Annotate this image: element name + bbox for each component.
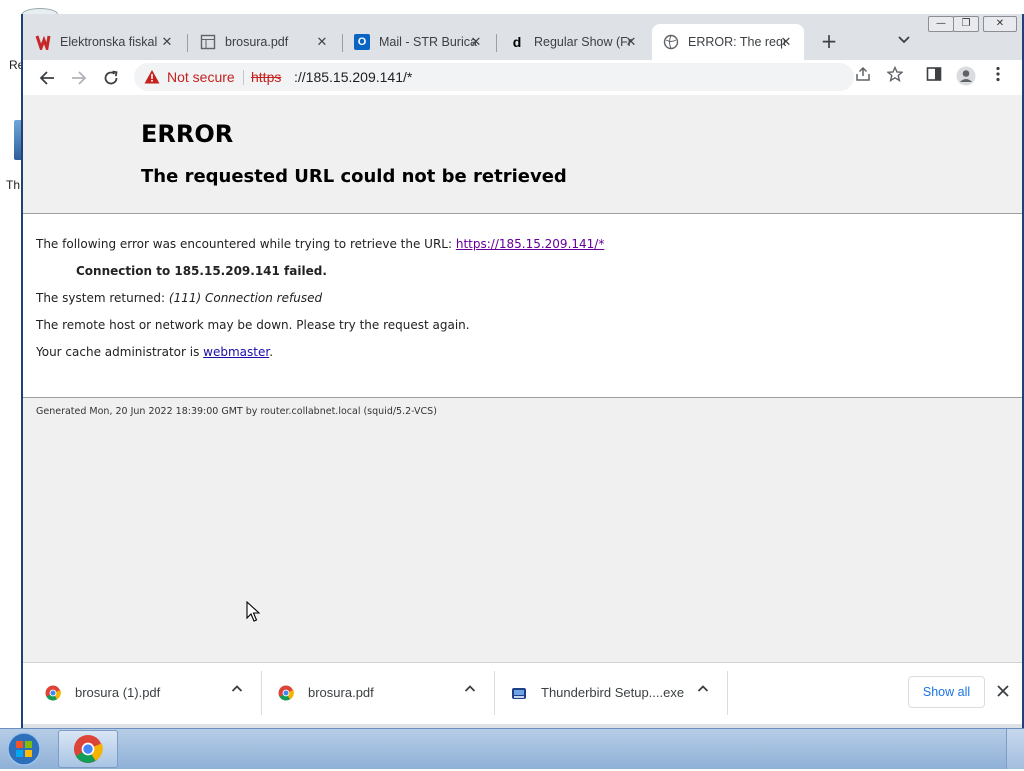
bookmark-star-icon[interactable] <box>884 65 906 88</box>
address-bar[interactable]: Not secure https ://185.15.209.141/* <box>134 63 904 91</box>
forward-icon[interactable] <box>67 66 91 90</box>
page-subtitle: The requested URL could not be retrieved <box>141 166 567 187</box>
download-divider <box>727 671 728 715</box>
dailymotion-icon: d <box>512 34 522 50</box>
close-tab-icon[interactable]: ✕ <box>778 34 794 50</box>
close-window-button[interactable]: ✕ <box>983 16 1017 32</box>
download-filename: brosura (1).pdf <box>75 685 161 700</box>
remote-host-text: The remote host or network may be down. … <box>36 318 470 332</box>
tab-regular-show[interactable]: d Regular Show (Fr ✕ <box>509 24 649 60</box>
tab-strip: — ❐ ✕ Elektronska fiskal ✕ brosura.pdf ✕… <box>23 14 1022 60</box>
share-icon[interactable] <box>852 66 874 88</box>
desktop-label-fragment: Th <box>6 178 21 192</box>
error-url-link[interactable]: https://185.15.209.141/* <box>456 237 604 251</box>
taskbar-chrome-button[interactable] <box>58 730 118 768</box>
tab-mail[interactable]: O Mail - STR Burica ✕ <box>354 24 494 60</box>
close-downloads-icon[interactable] <box>993 681 1013 701</box>
error-body: The following error was encountered whil… <box>23 214 1022 398</box>
tab-elektronska[interactable]: Elektronska fiskal ✕ <box>35 24 185 60</box>
download-item[interactable]: brosura.pdf <box>278 663 488 722</box>
error-url-line: The following error was encountered whil… <box>36 237 604 251</box>
connection-failed-text: Connection to 185.15.209.141 failed. <box>76 264 327 278</box>
pdf-doc-icon <box>200 34 216 50</box>
mouse-cursor-icon <box>246 601 260 622</box>
new-tab-button[interactable]: + <box>818 31 840 53</box>
url-text: ://185.15.209.141/* <box>294 69 413 85</box>
error-header: ERROR The requested URL could not be ret… <box>23 95 1022 214</box>
installer-icon <box>511 685 527 701</box>
cache-admin-line: Your cache administrator is webmaster. <box>36 345 273 359</box>
omnibox-divider <box>243 70 244 85</box>
chevron-up-icon[interactable] <box>231 683 243 698</box>
outlook-icon: O <box>354 34 370 50</box>
tab-title: Elektronska fiskal <box>60 35 158 49</box>
tab-divider <box>496 34 497 52</box>
close-tab-icon[interactable]: ✕ <box>468 34 484 50</box>
page-content: ERROR The requested URL could not be ret… <box>23 95 1022 662</box>
side-panel-icon[interactable] <box>923 66 945 88</box>
not-secure-label[interactable]: Not secure <box>167 69 235 85</box>
tab-error[interactable]: ERROR: The requ ✕ <box>652 24 804 60</box>
tax-logo-icon <box>35 34 51 50</box>
generated-footer: Generated Mon, 20 Jun 2022 18:39:00 GMT … <box>36 406 437 417</box>
download-filename: brosura.pdf <box>308 685 374 700</box>
menu-kebab-icon[interactable] <box>987 66 1009 88</box>
profile-avatar-icon[interactable] <box>955 66 977 88</box>
show-desktop-button[interactable] <box>1006 729 1024 769</box>
download-divider <box>494 671 495 715</box>
tab-title: Regular Show (Fr <box>534 35 632 49</box>
downloads-bar: brosura (1).pdf brosura.pdf Thunderbird … <box>23 662 1022 724</box>
chrome-icon <box>278 685 294 701</box>
system-returned-error: (111) Connection refused <box>168 291 323 305</box>
show-all-button[interactable]: Show all <box>908 676 985 708</box>
error-url-prefix: The following error was encountered whil… <box>36 237 456 251</box>
system-returned-line: The system returned: (111) Connection re… <box>36 291 322 305</box>
webmaster-link[interactable]: webmaster <box>203 345 269 359</box>
download-divider <box>261 671 262 715</box>
maximize-button[interactable]: ❐ <box>953 16 979 32</box>
tab-title: brosura.pdf <box>225 35 289 49</box>
close-tab-icon[interactable]: ✕ <box>623 34 639 50</box>
system-returned-prefix: The system returned: <box>36 291 169 305</box>
url-scheme: https <box>251 69 282 85</box>
tab-search-chevron-icon[interactable] <box>896 32 912 48</box>
download-item[interactable]: Thunderbird Setup....exe <box>511 663 721 722</box>
close-tab-icon[interactable]: ✕ <box>159 34 175 50</box>
minimize-button[interactable]: — <box>928 16 954 32</box>
chrome-icon <box>73 734 103 764</box>
download-item[interactable]: brosura (1).pdf <box>45 663 255 722</box>
toolbar: Not secure https ://185.15.209.141/* <box>23 60 1022 96</box>
close-tab-icon[interactable]: ✕ <box>314 34 330 50</box>
start-button[interactable] <box>4 731 44 767</box>
tab-divider <box>342 34 343 52</box>
download-filename: Thunderbird Setup....exe <box>541 685 685 700</box>
chevron-up-icon[interactable] <box>697 683 709 698</box>
taskbar <box>0 728 1024 769</box>
chrome-icon <box>45 685 61 701</box>
tab-title: Mail - STR Burica <box>379 35 477 49</box>
page-title: ERROR <box>141 120 234 148</box>
cache-admin-prefix: Your cache administrator is <box>36 345 204 359</box>
warning-icon[interactable] <box>144 69 160 85</box>
tab-title: ERROR: The requ <box>688 35 786 49</box>
browser-window: — ❐ ✕ Elektronska fiskal ✕ brosura.pdf ✕… <box>21 14 1024 728</box>
reload-icon[interactable] <box>99 66 123 90</box>
globe-icon <box>663 34 679 50</box>
tab-brosura[interactable]: brosura.pdf ✕ <box>200 24 340 60</box>
chevron-up-icon[interactable] <box>464 683 476 698</box>
back-icon[interactable] <box>35 66 59 90</box>
tab-divider <box>187 34 188 52</box>
cache-admin-suffix: . <box>269 345 274 359</box>
